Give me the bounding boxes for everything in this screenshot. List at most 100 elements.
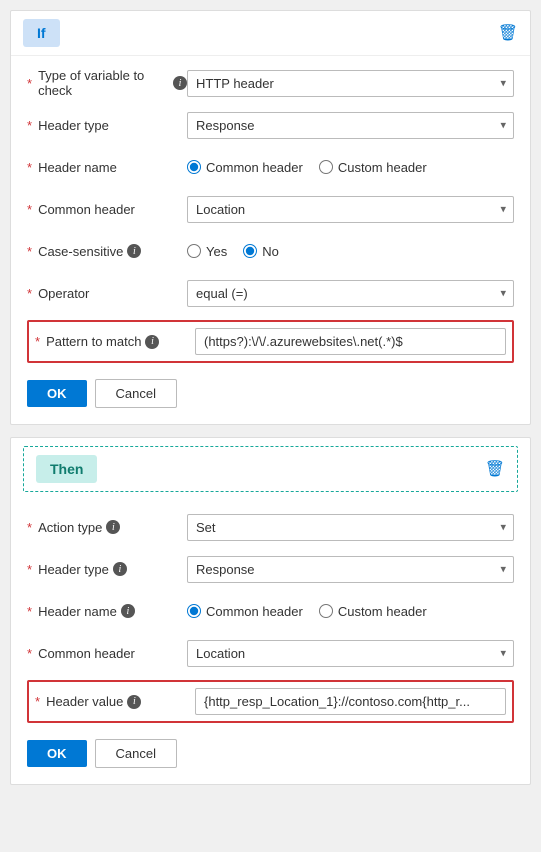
if-case-sensitive-yes-radio[interactable] [187,244,201,258]
then-badge: Then [36,455,97,483]
then-header-name-control: Common header Custom header [187,604,514,619]
if-case-sensitive-text: Case-sensitive [38,244,123,259]
if-case-sensitive-radio-group: Yes No [187,244,514,259]
if-header-name-row: * Header name Common header Custom heade… [27,152,514,182]
if-ok-button[interactable]: OK [27,380,87,407]
if-operator-label: * Operator [27,286,187,301]
type-of-variable-label: * Type of variable to check i [27,68,187,98]
then-common-header-radio-label[interactable]: Common header [187,604,303,619]
then-common-header-select-wrapper: Location Content-Type ▾ [187,640,514,667]
then-badge-area: Then [36,455,97,483]
required-star: * [27,604,32,619]
then-card-body: * Action type i Set Delete Append ▾ [11,500,530,784]
if-case-sensitive-info-icon[interactable]: i [127,244,141,258]
required-star: * [35,694,40,709]
type-of-variable-info-icon[interactable]: i [173,76,187,90]
type-of-variable-text: Type of variable to check [38,68,169,98]
then-common-header-radio[interactable] [187,604,201,618]
then-action-type-control: Set Delete Append ▾ [187,514,514,541]
then-custom-header-radio[interactable] [319,604,333,618]
then-common-header-label: * Common header [27,646,187,661]
then-header-value-info-icon[interactable]: i [127,695,141,709]
if-badge-area: If [23,19,60,47]
if-card: If 🗑 * Type of variable to check i HTTP … [10,10,531,425]
required-star: * [27,160,32,175]
if-card-header: If 🗑 [11,11,530,56]
then-common-header-text: Common header [38,646,135,661]
if-header-type-select-wrapper: Response Request ▾ [187,112,514,139]
if-case-sensitive-no-radio[interactable] [243,244,257,258]
then-header-value-control [195,688,506,715]
if-pattern-label: * Pattern to match i [35,334,195,349]
then-common-header-control: Location Content-Type ▾ [187,640,514,667]
if-header-name-label: * Header name [27,160,187,175]
then-action-type-row: * Action type i Set Delete Append ▾ [27,512,514,542]
then-common-header-select[interactable]: Location Content-Type [187,640,514,667]
if-pattern-info-icon[interactable]: i [145,335,159,349]
then-header-name-row: * Header name i Common header Custom hea… [27,596,514,626]
if-case-sensitive-row: * Case-sensitive i Yes No [27,236,514,266]
if-common-header-radio-label[interactable]: Common header [187,160,303,175]
then-cancel-button[interactable]: Cancel [95,739,177,768]
type-of-variable-select-wrapper: HTTP header Query string Request URI ▾ [187,70,514,97]
required-star: * [27,244,32,259]
if-custom-header-radio[interactable] [319,160,333,174]
then-custom-header-radio-label[interactable]: Custom header [319,604,427,619]
required-star: * [27,520,32,535]
if-custom-header-radio-text: Custom header [338,160,427,175]
then-action-type-select[interactable]: Set Delete Append [187,514,514,541]
then-header-name-info-icon[interactable]: i [121,604,135,618]
required-star: * [27,118,32,133]
if-header-name-control: Common header Custom header [187,160,514,175]
type-of-variable-control: HTTP header Query string Request URI ▾ [187,70,514,97]
then-action-type-info-icon[interactable]: i [106,520,120,534]
then-header-value-row: * Header value i [27,680,514,723]
then-header-type-select[interactable]: Response Request [187,556,514,583]
if-pattern-input[interactable] [195,328,506,355]
then-button-row: OK Cancel [27,735,514,772]
if-header-type-label: * Header type [27,118,187,133]
if-common-header-select[interactable]: Location Content-Type [187,196,514,223]
if-card-body: * Type of variable to check i HTTP heade… [11,56,530,424]
if-cancel-button[interactable]: Cancel [95,379,177,408]
if-delete-icon[interactable]: 🗑 [498,23,518,43]
then-header-value-text: Header value [46,694,123,709]
if-case-sensitive-control: Yes No [187,244,514,259]
then-ok-button[interactable]: OK [27,740,87,767]
then-header-type-select-wrapper: Response Request ▾ [187,556,514,583]
if-custom-header-radio-label[interactable]: Custom header [319,160,427,175]
if-operator-text: Operator [38,286,89,301]
if-pattern-control [195,328,506,355]
then-custom-header-radio-text: Custom header [338,604,427,619]
then-delete-icon[interactable]: 🗑 [485,459,505,479]
type-of-variable-row: * Type of variable to check i HTTP heade… [27,68,514,98]
then-header-value-input[interactable] [195,688,506,715]
required-star: * [27,76,32,91]
required-star: * [27,286,32,301]
required-star: * [27,202,32,217]
if-case-sensitive-yes-text: Yes [206,244,227,259]
page-container: If 🗑 * Type of variable to check i HTTP … [0,0,541,795]
then-header-type-text: Header type [38,562,109,577]
if-header-type-row: * Header type Response Request ▾ [27,110,514,140]
then-header-type-info-icon[interactable]: i [113,562,127,576]
if-operator-select[interactable]: equal (=) not equal (!=) [187,280,514,307]
then-header-type-label: * Header type i [27,562,187,577]
if-badge: If [23,19,60,47]
required-star: * [27,562,32,577]
then-header-name-text: Header name [38,604,117,619]
required-star: * [27,646,32,661]
then-common-header-radio-text: Common header [206,604,303,619]
if-header-name-text: Header name [38,160,117,175]
type-of-variable-select[interactable]: HTTP header Query string Request URI [187,70,514,97]
if-case-sensitive-yes-label[interactable]: Yes [187,244,227,259]
if-header-type-control: Response Request ▾ [187,112,514,139]
if-header-type-select[interactable]: Response Request [187,112,514,139]
if-header-type-text: Header type [38,118,109,133]
if-operator-control: equal (=) not equal (!=) ▾ [187,280,514,307]
if-case-sensitive-label: * Case-sensitive i [27,244,187,259]
if-case-sensitive-no-label[interactable]: No [243,244,279,259]
then-common-header-row: * Common header Location Content-Type ▾ [27,638,514,668]
if-operator-row: * Operator equal (=) not equal (!=) ▾ [27,278,514,308]
if-common-header-radio[interactable] [187,160,201,174]
